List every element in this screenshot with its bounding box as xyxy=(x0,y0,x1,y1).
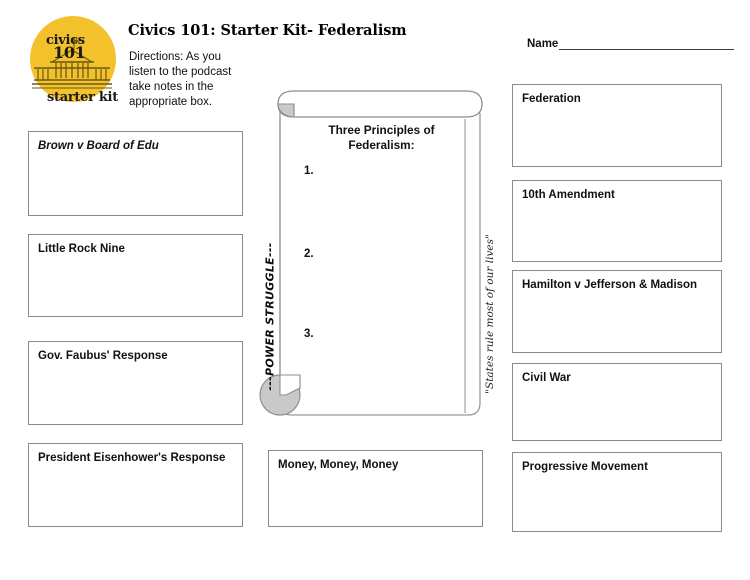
page-title: Civics 101: Starter Kit- Federalism xyxy=(128,22,407,39)
note-box-label: Progressive Movement xyxy=(522,461,648,473)
logo-text-101: 101 xyxy=(53,43,86,62)
note-box-10th-amendment[interactable]: 10th Amendment xyxy=(512,180,722,262)
logo-text-starter-kit: starter kit xyxy=(47,90,118,105)
note-box-label: Little Rock Nine xyxy=(38,243,125,255)
annotation-states-rule-most-of-our-lives: "States rule most of our lives" xyxy=(484,234,496,394)
note-box-brown-v-board[interactable]: Brown v Board of Edu xyxy=(28,131,243,216)
worksheet-page: civics 101 starter kit Civics 101: Start… xyxy=(0,0,750,580)
note-box-federation[interactable]: Federation xyxy=(512,84,722,167)
note-box-president-eisenhower-response[interactable]: President Eisenhower's Response xyxy=(28,443,243,527)
note-box-label: Gov. Faubus' Response xyxy=(38,350,168,362)
note-box-money-money-money[interactable]: Money, Money, Money xyxy=(268,450,483,527)
scroll-heading: Three Principles of Federalism: xyxy=(328,123,435,152)
note-box-label: Civil War xyxy=(522,372,571,384)
note-box-label: Brown v Board of Edu xyxy=(38,140,159,152)
note-box-civil-war[interactable]: Civil War xyxy=(512,363,722,441)
note-box-little-rock-nine[interactable]: Little Rock Nine xyxy=(28,234,243,317)
note-box-label: Hamilton v Jefferson & Madison xyxy=(522,279,698,291)
directions-text: Directions: As you listen to the podcast… xyxy=(129,51,232,108)
civics-101-starter-kit-logo: civics 101 starter kit xyxy=(22,12,122,112)
principle-number-1: 1. xyxy=(304,165,314,177)
note-box-label: Money, Money, Money xyxy=(278,459,399,471)
name-write-line[interactable] xyxy=(559,49,735,50)
note-box-label: 10th Amendment xyxy=(522,189,615,201)
note-box-gov-faubus-response[interactable]: Gov. Faubus' Response xyxy=(28,341,243,425)
principle-number-2: 2. xyxy=(304,248,314,260)
principle-number-3: 3. xyxy=(304,328,314,340)
name-field[interactable]: Name xyxy=(527,38,735,51)
name-label: Name xyxy=(527,38,559,50)
annotation-power-struggle: ---POWER STRUGGLE--- xyxy=(263,242,277,391)
note-box-label: President Eisenhower's Response xyxy=(38,452,226,464)
scroll-graphic-three-principles[interactable]: Three Principles of Federalism: 1. 2. 3. xyxy=(258,85,503,420)
note-box-progressive-movement[interactable]: Progressive Movement xyxy=(512,452,722,532)
note-box-label: Federation xyxy=(522,93,581,105)
note-box-hamilton-v-jefferson-madison[interactable]: Hamilton v Jefferson & Madison xyxy=(512,270,722,353)
